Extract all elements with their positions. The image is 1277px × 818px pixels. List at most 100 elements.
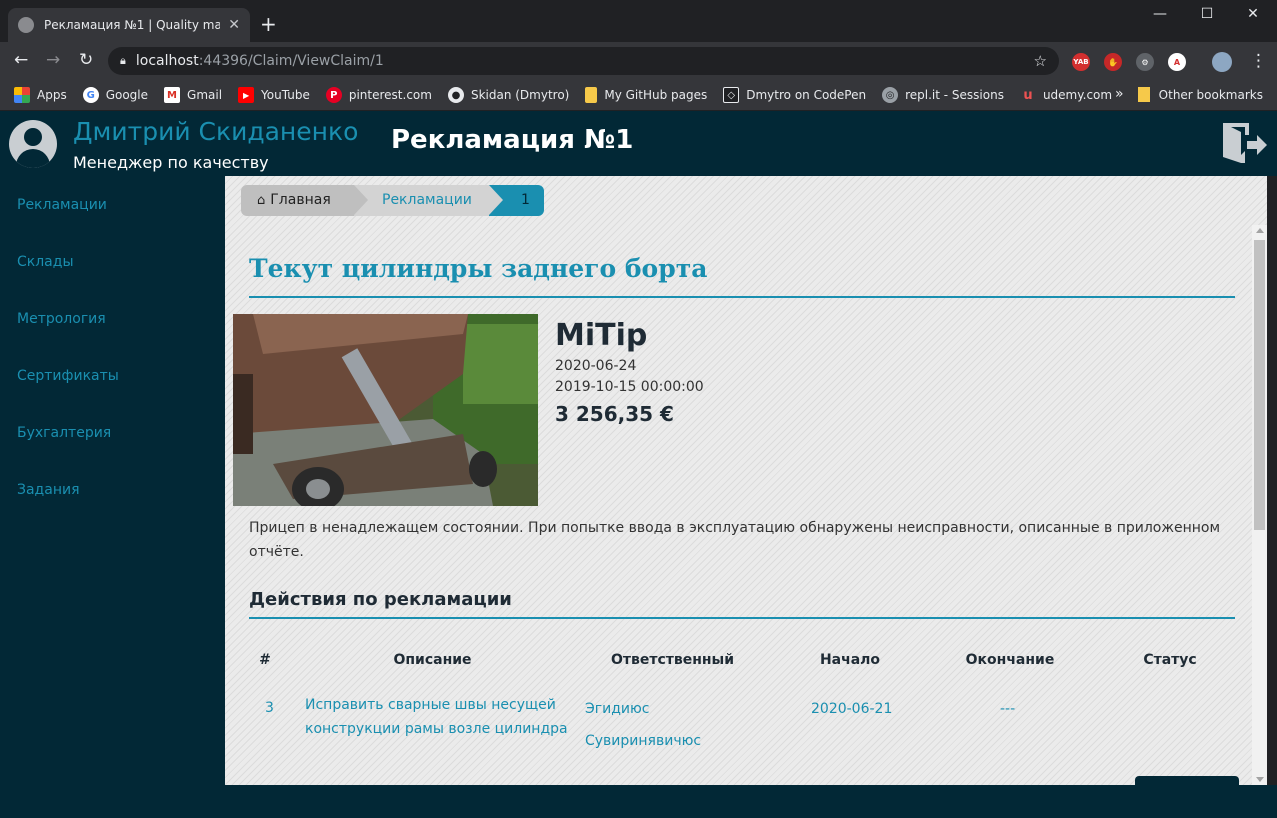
bookmark-github[interactable]: ● Skidan (Dmytro) [447, 87, 570, 103]
footer-bar [225, 785, 1277, 818]
bookmark-label: Gmail [187, 88, 223, 102]
google-icon: G [82, 87, 99, 103]
address-bar[interactable]: 🔒︎ localhost:44396/Claim/ViewClaim/1 ☆ [108, 47, 1059, 75]
codepen-icon: ◇ [723, 87, 740, 103]
add-action-button[interactable] [1135, 776, 1239, 785]
bookmark-label: Apps [37, 88, 67, 102]
bookmark-star-icon[interactable]: ☆ [1034, 52, 1047, 70]
home-icon: ⌂ [257, 193, 266, 208]
column-header-end: Окончание [965, 652, 1055, 668]
folder-icon [585, 87, 598, 103]
sidebar-item-tasks[interactable]: Задания [17, 482, 80, 498]
apps-grid-icon [14, 87, 30, 103]
column-header-responsible: Ответственный [610, 652, 735, 668]
bookmarks-overflow-button[interactable]: » [1115, 86, 1124, 102]
user-avatar-icon[interactable] [9, 120, 57, 168]
scrollbar-thumb[interactable] [1254, 240, 1265, 530]
sidebar-item-claims[interactable]: Рекламации [17, 197, 107, 213]
content-scrollbar[interactable] [1252, 225, 1267, 785]
claim-production-date: 2019-10-15 00:00:00 [555, 379, 704, 395]
sidebar-item-certificates[interactable]: Сертификаты [17, 368, 119, 384]
bookmark-gmail[interactable]: M Gmail [164, 87, 222, 103]
bookmark-label: pinterest.com [348, 88, 432, 102]
folder-icon [1137, 87, 1150, 102]
forward-arrow-icon[interactable]: → [46, 50, 60, 70]
other-bookmarks[interactable]: Other bookmarks [1137, 87, 1263, 102]
lock-icon: 🔒︎ [120, 54, 126, 67]
user-name[interactable]: Дмитрий Скиданенко [73, 117, 358, 146]
bookmark-pinterest[interactable]: Ppinterest.com [325, 87, 432, 103]
bookmark-udemy[interactable]: u udemy.com [1020, 87, 1112, 103]
replit-icon: ◎ [882, 87, 899, 103]
angular-extension-icon[interactable]: A [1168, 53, 1186, 71]
actions-heading: Действия по рекламации [249, 589, 512, 610]
browser-toolbar: ← → ↻ 🔒︎ localhost:44396/Claim/ViewClaim… [0, 42, 1277, 80]
url-path: :44396/Claim/ViewClaim/1 [198, 53, 384, 69]
app-header: Дмитрий Скиданенко Менеджер по качеству … [0, 111, 1277, 176]
udemy-icon: u [1023, 87, 1033, 103]
claim-title: Текут цилиндры заднего борта [249, 254, 708, 283]
breadcrumb-claims[interactable]: Рекламации [354, 185, 503, 216]
github-icon: ● [447, 87, 464, 103]
page-title: Рекламация №1 [391, 125, 634, 155]
bookmark-label: udemy.com [1042, 88, 1113, 102]
main-content: ⌂ Главная Рекламации 1 Текут цилиндры зад… [225, 176, 1267, 785]
scroll-up-icon[interactable] [1256, 228, 1264, 233]
bookmark-replit[interactable]: ◎ repl.it - Sessions [882, 87, 1004, 103]
back-arrow-icon[interactable]: ← [14, 50, 28, 70]
bookmark-google[interactable]: G Google [82, 87, 149, 103]
title-divider [249, 296, 1235, 298]
bookmark-label: Dmytro on CodePen [746, 88, 867, 102]
menu-dots-icon[interactable]: ⋮ [1250, 51, 1267, 71]
column-header-description: Описание [393, 652, 472, 668]
profile-avatar-icon[interactable] [1212, 52, 1232, 72]
claim-amount: 3 256,35 € [555, 402, 674, 426]
globe-icon [18, 17, 34, 33]
action-responsible-first[interactable]: Эгидиюс [585, 697, 650, 721]
scroll-down-icon[interactable] [1256, 777, 1264, 782]
breadcrumb-home-label: Главная [270, 192, 331, 208]
reload-icon[interactable]: ↻ [79, 50, 93, 70]
bookmark-label: repl.it - Sessions [905, 88, 1004, 102]
bookmarks-bar: Apps G Google M Gmail ▶ YouTube Ppinterest.… [0, 80, 1277, 111]
claim-description: Прицеп в ненадлежащем состоянии. При поп… [249, 520, 1221, 560]
tab-strip: Рекламация №1 | Quality manag ✕ + — ☐ ✕ [0, 0, 1277, 42]
sidebar: Рекламации Склады Метрология Сертификаты… [0, 176, 225, 818]
sidebar-item-warehouses[interactable]: Склады [17, 254, 74, 270]
logout-icon[interactable] [1219, 119, 1269, 169]
adblock-extension-icon[interactable]: ✋ [1104, 53, 1122, 71]
action-id[interactable]: 3 [265, 696, 274, 720]
action-responsible-last[interactable]: Сувиринявичюс [585, 729, 701, 753]
bookmark-github-pages[interactable]: My GitHub pages [585, 87, 707, 103]
close-window-button[interactable]: ✕ [1230, 6, 1276, 22]
sidebar-item-accounting[interactable]: Бухгалтерия [17, 425, 111, 441]
bookmark-youtube[interactable]: ▶ YouTube [238, 87, 310, 103]
claim-brand: MiTip [555, 318, 648, 353]
user-role: Менеджер по качеству [73, 153, 269, 172]
column-header-number: # [259, 652, 271, 668]
action-description[interactable]: Исправить сварные швы несущей конструкци… [305, 693, 570, 741]
yab-extension-icon[interactable]: YAB [1072, 53, 1090, 71]
tab-close-icon[interactable]: ✕ [228, 17, 240, 33]
bookmark-label: My GitHub pages [604, 88, 708, 102]
other-bookmarks-label: Other bookmarks [1158, 87, 1263, 102]
maximize-button[interactable]: ☐ [1184, 6, 1230, 22]
url-host: localhost [135, 53, 199, 69]
extension-icon[interactable]: ⚙ [1136, 53, 1154, 71]
youtube-icon: ▶ [238, 87, 255, 103]
column-header-status: Статус [1143, 652, 1197, 668]
minimize-button[interactable]: — [1137, 6, 1183, 22]
new-tab-button[interactable]: + [260, 12, 277, 36]
bookmark-label: Google [105, 88, 149, 102]
browser-chrome: Рекламация №1 | Quality manag ✕ + — ☐ ✕ … [0, 0, 1277, 111]
gmail-icon: M [164, 87, 181, 103]
breadcrumb-home[interactable]: ⌂ Главная [241, 185, 368, 216]
sidebar-item-metrology[interactable]: Метрология [17, 311, 106, 327]
pinterest-icon: P [325, 87, 342, 103]
bookmark-apps[interactable]: Apps [14, 87, 67, 103]
claim-date: 2020-06-24 [555, 358, 637, 374]
claim-photo[interactable] [233, 314, 538, 506]
bookmark-label: Skidan (Dmytro) [470, 88, 570, 102]
bookmark-codepen[interactable]: ◇ Dmytro on CodePen [723, 87, 866, 103]
browser-tab[interactable]: Рекламация №1 | Quality manag ✕ [8, 8, 250, 42]
